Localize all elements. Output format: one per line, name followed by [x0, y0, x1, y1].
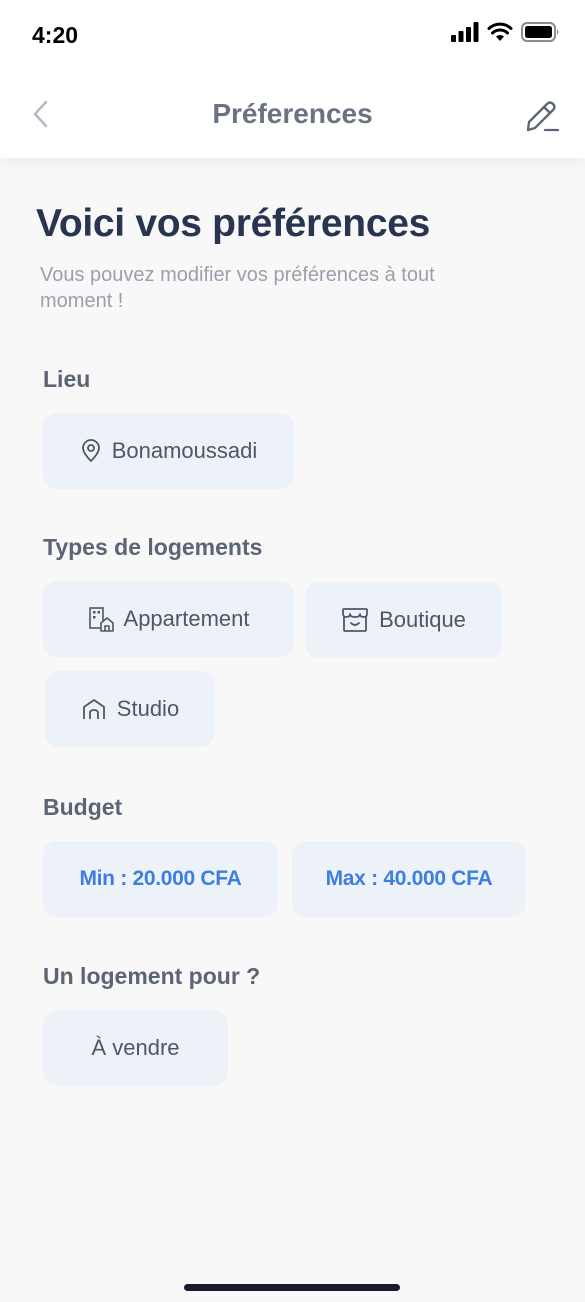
location-section-title: Lieu — [43, 366, 91, 392]
status-time: 4:20 — [32, 22, 79, 48]
status-bar: 4:20 — [0, 0, 585, 72]
housing-types-section-title: Types de logements — [43, 534, 263, 560]
housing-type-label: Boutique — [379, 607, 466, 632]
location-chip[interactable]: Bonamoussadi — [43, 413, 294, 489]
purpose-chip[interactable]: À vendre — [43, 1010, 228, 1086]
budget-section-title: Budget — [43, 794, 123, 820]
status-icons — [451, 22, 561, 42]
signal-icon — [451, 22, 479, 42]
home-indicator[interactable] — [184, 1284, 400, 1291]
page-title: Voici vos préférences — [36, 202, 431, 245]
page-header-title: Préferences — [212, 98, 373, 129]
housing-type-label: Studio — [116, 696, 180, 721]
purpose-section-title: Un logement pour ? — [43, 963, 261, 989]
top-navigation-bar: Préferences — [0, 72, 585, 158]
location-chip-label: Bonamoussadi — [111, 438, 258, 463]
housing-type-shop-chip[interactable]: Boutique — [305, 582, 502, 658]
battery-icon — [521, 22, 559, 42]
budget-min-label: Min : 20.000 CFA — [79, 867, 242, 890]
wifi-icon — [487, 22, 513, 41]
map-pin-icon — [80, 439, 102, 463]
budget-max-chip[interactable]: Max : 40.000 CFA — [292, 841, 526, 917]
budget-min-chip[interactable]: Min : 20.000 CFA — [43, 841, 278, 917]
building-icon — [88, 606, 114, 632]
edit-button[interactable] — [523, 96, 561, 136]
pencil-icon — [526, 101, 560, 132]
housing-type-apartment-chip[interactable]: Appartement — [43, 581, 294, 657]
budget-max-label: Max : 40.000 CFA — [325, 867, 493, 890]
page-subtitle: Vous pouvez modifier vos préférences à t… — [40, 264, 435, 312]
housing-type-label: Appartement — [123, 606, 250, 631]
home-icon — [81, 697, 107, 721]
housing-type-studio-chip[interactable]: Studio — [45, 671, 215, 747]
purpose-chip-label: À vendre — [91, 1035, 180, 1060]
shop-icon — [341, 607, 369, 633]
